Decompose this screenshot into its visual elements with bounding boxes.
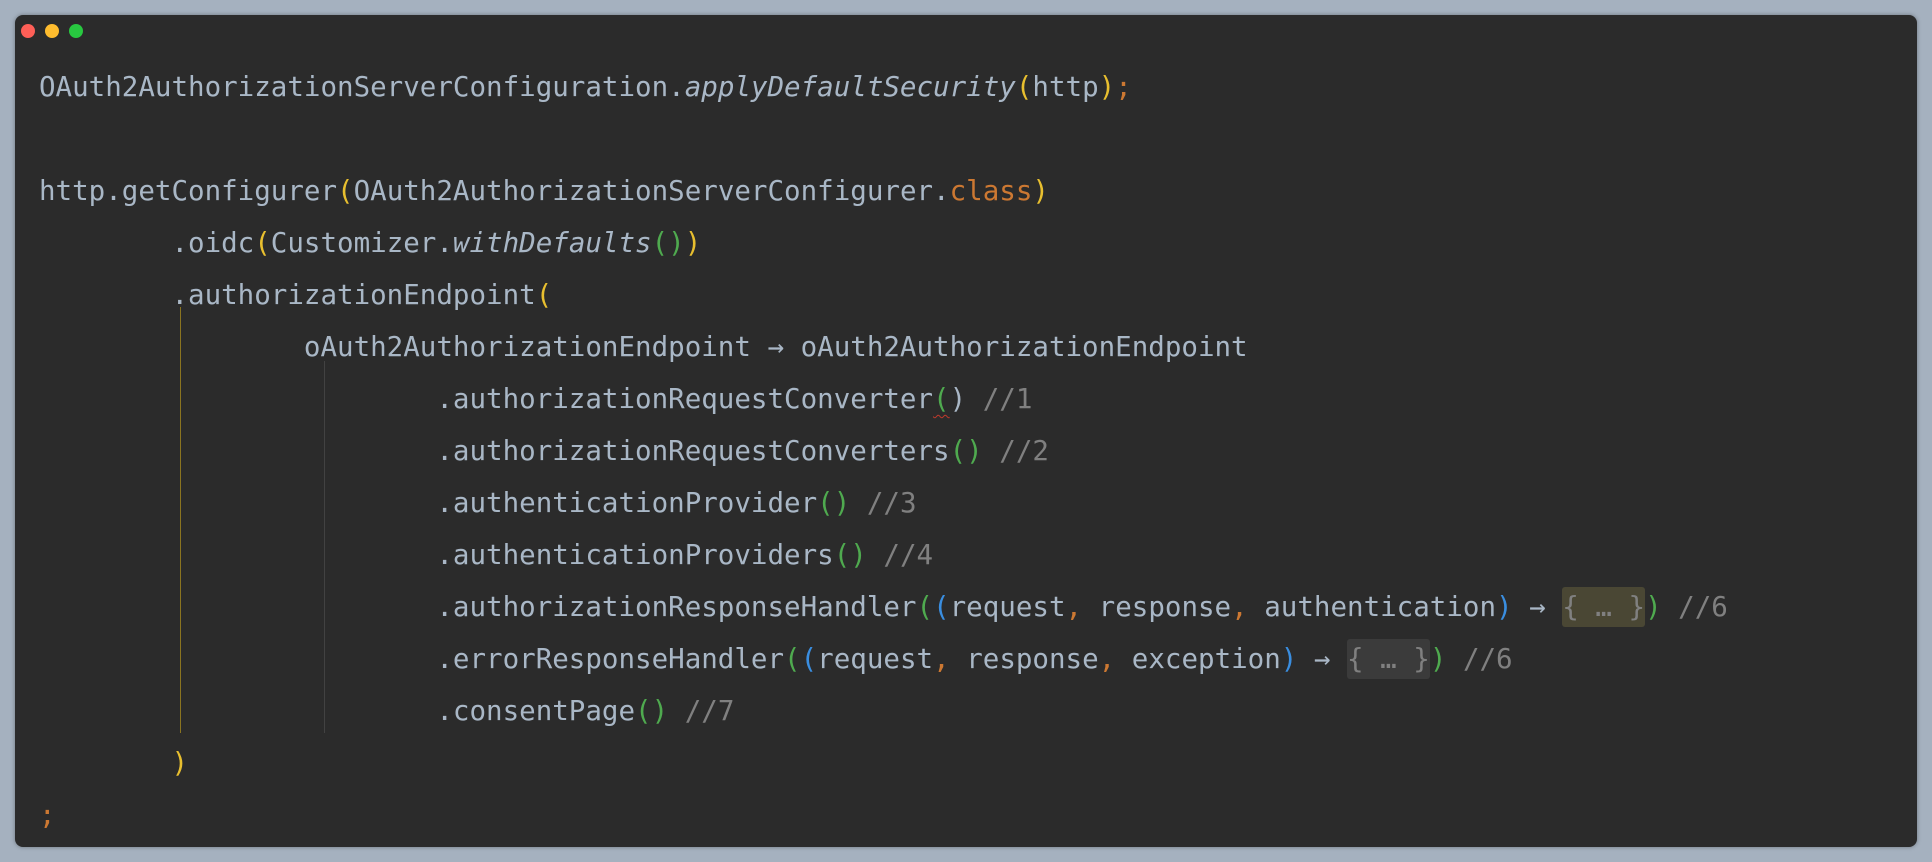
code-token: ,	[933, 643, 967, 675]
code-token: )	[1032, 175, 1049, 207]
code-token: (	[916, 591, 934, 623]
code-token: request	[817, 643, 934, 675]
code-token: (	[933, 591, 950, 623]
code-token: )	[949, 383, 967, 415]
code-token: .authorizationRequestConverter	[39, 383, 934, 415]
code-token: oAuth2AuthorizationEndpoint → oAuth2Auth…	[39, 331, 1248, 363]
code-line: ;	[39, 796, 1728, 847]
code-token: ()	[651, 227, 685, 259]
code-token: )	[1645, 591, 1662, 623]
code-token: .errorResponseHandler	[39, 643, 785, 675]
close-dot-icon[interactable]	[21, 24, 35, 38]
code-line: )	[39, 744, 1728, 796]
code-token: .oidc	[39, 227, 255, 259]
code-token: (	[784, 643, 801, 675]
code-token: //1	[966, 383, 1033, 415]
minimize-dot-icon[interactable]	[45, 24, 59, 38]
code-token: request	[949, 591, 1066, 623]
code-token: ()	[817, 487, 851, 519]
code-line: .authorizationRequestConverters() //2	[39, 432, 1728, 484]
code-token: (	[1015, 71, 1033, 103]
code-token: class	[949, 175, 1033, 207]
code-token: ,	[1065, 591, 1099, 623]
code-token: ;	[1115, 71, 1132, 103]
code-token: →	[1512, 591, 1563, 623]
code-token: withDefaults	[452, 227, 652, 259]
code-token: .authenticationProvider	[39, 487, 818, 519]
code-token: (	[933, 383, 950, 415]
fold-placeholder[interactable]: { … }	[1562, 587, 1646, 627]
code-token: ;	[39, 799, 56, 831]
code-token: applyDefaultSecurity	[684, 71, 1016, 103]
code-line: .authenticationProvider() //3	[39, 484, 1728, 536]
code-line: oAuth2AuthorizationEndpoint → oAuth2Auth…	[39, 328, 1728, 380]
code-token: //7	[668, 695, 735, 727]
code-token: ()	[635, 695, 669, 727]
code-line: .errorResponseHandler((request, response…	[39, 639, 1728, 692]
code-token: )	[1496, 591, 1513, 623]
code-token: ()	[833, 539, 867, 571]
code-token: //3	[850, 487, 917, 519]
code-token: )	[171, 747, 189, 779]
fold-placeholder[interactable]: { … }	[1347, 639, 1430, 679]
code-token: .authorizationEndpoint	[39, 279, 536, 311]
code-token: .authorizationResponseHandler	[39, 591, 917, 623]
code-window: OAuth2AuthorizationServerConfiguration.a…	[15, 15, 1917, 847]
code-token: ,	[1098, 643, 1132, 675]
code-token: response	[966, 643, 1099, 675]
code-token: //6	[1661, 591, 1728, 623]
code-line: .authenticationProviders() //4	[39, 536, 1728, 588]
code-token: )	[1429, 643, 1447, 675]
code-token: OAuth2AuthorizationServerConfiguration.	[39, 71, 685, 103]
code-token: )	[1280, 643, 1298, 675]
code-token: (	[337, 175, 354, 207]
code-token: exception	[1131, 643, 1281, 675]
code-token: (	[535, 279, 553, 311]
code-token: Customizer.	[270, 227, 453, 259]
code-token: //6	[1446, 643, 1513, 675]
code-token: )	[1098, 71, 1116, 103]
code-token: .consentPage	[39, 695, 636, 727]
code-token: )	[684, 227, 702, 259]
code-line: OAuth2AuthorizationServerConfiguration.a…	[39, 68, 1728, 120]
code-token: ()	[949, 435, 983, 467]
code-token: (	[254, 227, 271, 259]
code-line: .authorizationEndpoint(	[39, 276, 1728, 328]
code-token: .authenticationProviders	[39, 539, 834, 571]
code-line: .authorizationResponseHandler((request, …	[39, 587, 1728, 640]
code-token: authentication	[1264, 591, 1497, 623]
code-token: (	[800, 643, 818, 675]
code-token: //4	[866, 539, 934, 571]
code-token: .authorizationRequestConverters	[39, 435, 950, 467]
code-token: http.getConfigurer	[39, 175, 338, 207]
code-line: http.getConfigurer(OAuth2AuthorizationSe…	[39, 172, 1728, 224]
code-line: .consentPage() //7	[39, 692, 1728, 744]
code-block: OAuth2AuthorizationServerConfiguration.a…	[39, 68, 1728, 847]
code-line: .authorizationRequestConverter() //1	[39, 380, 1728, 432]
code-token: //2	[982, 435, 1049, 467]
code-line: .oidc(Customizer.withDefaults())	[39, 224, 1728, 276]
code-token: →	[1297, 643, 1348, 675]
code-token: ,	[1231, 591, 1265, 623]
zoom-dot-icon[interactable]	[69, 24, 83, 38]
code-token: response	[1098, 591, 1232, 623]
code-token: http	[1032, 71, 1099, 103]
code-token: OAuth2AuthorizationServerConfigurer.	[353, 175, 950, 207]
